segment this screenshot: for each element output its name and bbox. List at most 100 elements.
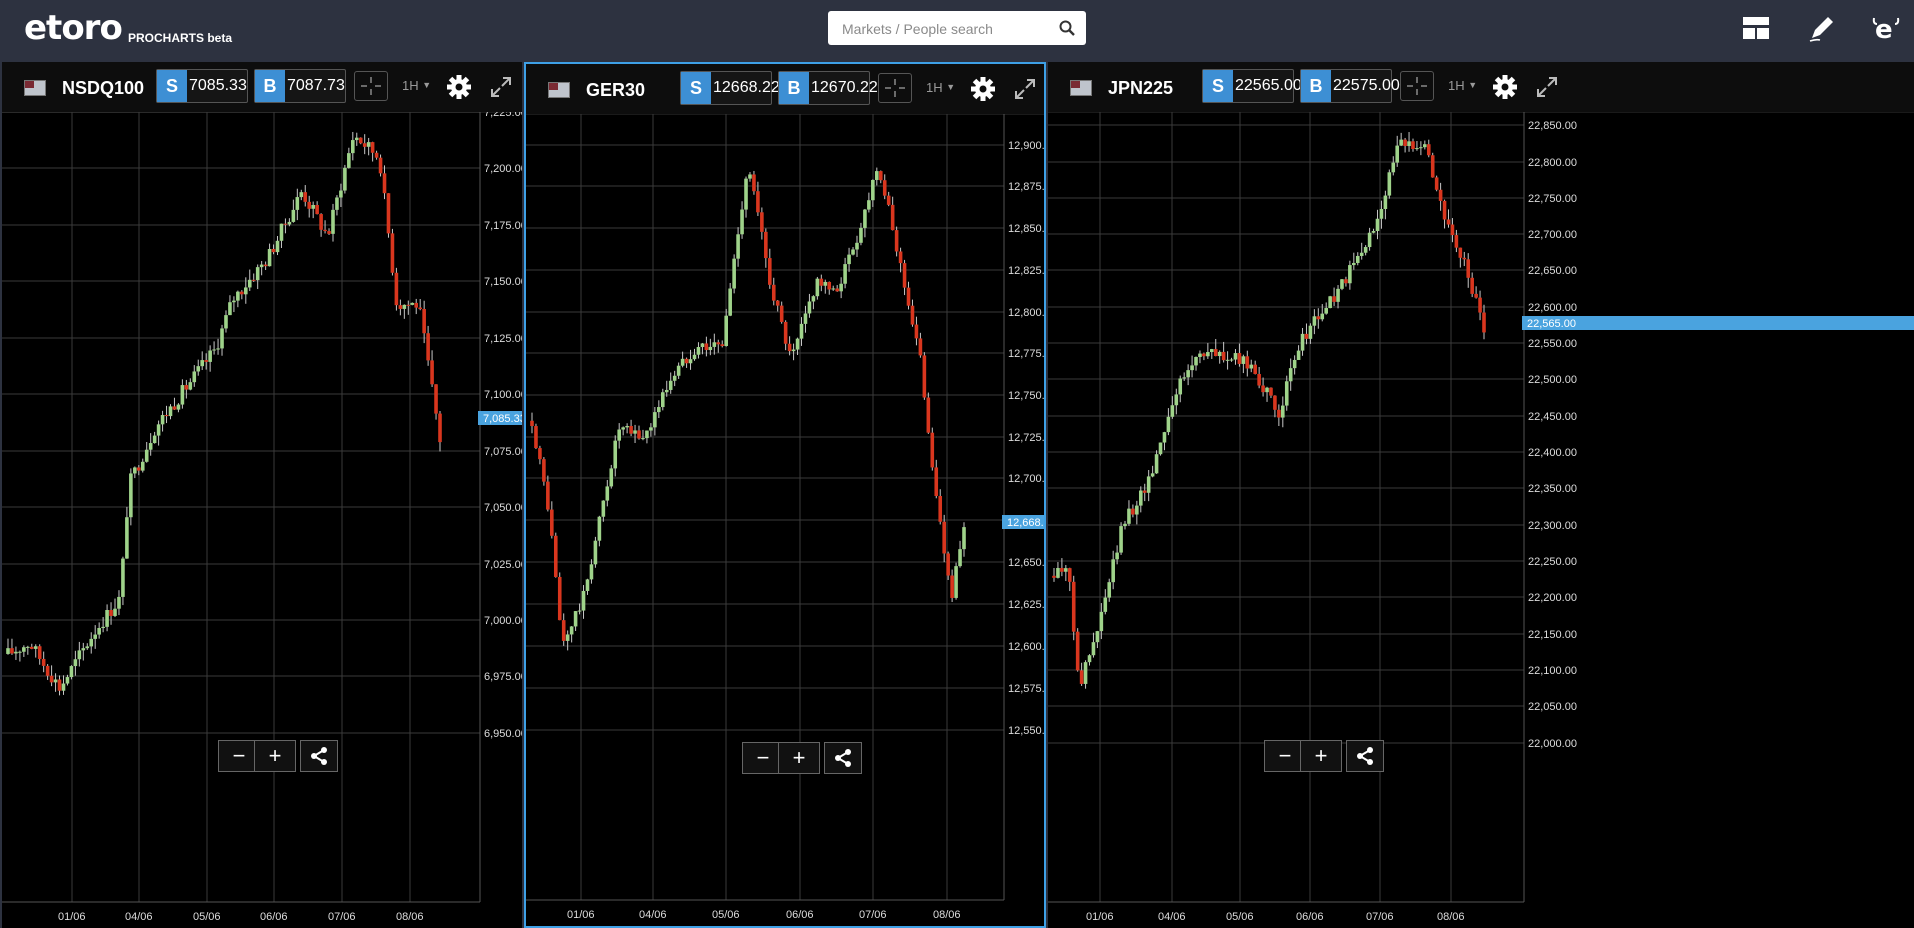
candle-body [1391,162,1396,173]
x-tick-label: 01/06 [58,911,86,923]
price-chart[interactable]: 7,225.00 7,200.00 7,175.00 7,150.00 7,125.00… [2,112,522,928]
candle-body [85,646,90,649]
candle-body [752,174,756,192]
candle-body [1273,395,1277,410]
zoom-in-button[interactable]: + [1300,740,1342,772]
candle-body [550,509,554,536]
candle-body [1135,505,1139,515]
candle-body [1103,597,1108,612]
timeframe-select[interactable]: 1H ▼ [926,80,955,95]
candle-body [354,137,359,141]
candle-body [613,440,618,469]
share-icon [1357,747,1373,765]
candle-body [827,281,832,290]
share-icon [835,749,851,767]
buy-button[interactable]: B 12670.22 [778,71,878,105]
crosshair-button[interactable] [878,73,912,103]
candle-body [1367,232,1372,248]
expand-icon[interactable] [1012,76,1038,102]
candle-body [629,426,633,434]
sell-button[interactable]: S 22565.00 [1202,69,1302,103]
candle-body [283,223,288,225]
candle-body [1178,378,1183,395]
candle-body [1312,316,1317,326]
candle-body [1430,155,1435,178]
candle-body [216,348,220,350]
candle-body [335,197,339,210]
chart-panel-jpn225[interactable]: JPN225 S 22565.00 B 22575.00 1H ▼ 22,850.0… [1048,62,1914,928]
candle-body [22,647,26,652]
candle-body [45,665,50,676]
gear-icon[interactable] [970,76,996,102]
candle-body [299,192,304,198]
buy-button[interactable]: B 7087.73 [254,69,346,103]
candle-body [1150,473,1155,477]
y-tick-label: 12,825.00 [1008,265,1044,277]
etoro-icon[interactable]: e [1870,12,1902,44]
y-tick-label: 7,150.00 [484,276,522,288]
zoom-in-button[interactable]: + [254,740,296,772]
price-chart[interactable]: 12,900.00 12,875.00 12,850.00 12,825.00 12,8… [526,114,1044,926]
instrument-symbol[interactable]: NSDQ100 [62,78,144,99]
candle-body [851,249,855,255]
candle-body [152,435,157,444]
candle-body [803,313,808,324]
candle-body [902,263,907,288]
search-icon[interactable] [1058,19,1076,37]
candle-body [950,575,954,598]
candle-body [867,200,871,210]
expand-icon[interactable] [488,74,514,100]
layout-icon[interactable] [1740,12,1772,44]
candle-body [684,358,689,364]
gear-icon[interactable] [446,74,472,100]
candle-body [1213,349,1218,357]
candle-body [835,288,839,292]
candle-body [1075,631,1080,671]
plus-icon: + [268,743,282,768]
candle-body [1470,277,1474,294]
price-chart[interactable]: 22,850.00 22,800.00 22,750.00 22,700.00 22,6… [1048,112,1914,928]
buy-button[interactable]: B 22575.00 [1300,69,1400,103]
candle-body [255,267,260,281]
sell-label: S [681,72,711,104]
candle-body [740,209,744,235]
candle-body [593,540,598,565]
share-button[interactable] [300,740,338,772]
crosshair-button[interactable] [354,71,388,101]
candle-body [831,288,836,290]
y-tick-label: 12,775.00 [1008,348,1044,360]
candle-body [97,628,101,635]
candle-body [65,677,70,684]
candle-body [156,424,161,436]
crosshair-button[interactable] [1400,71,1434,101]
candle-body [370,142,375,153]
chart-panel-nsdq100[interactable]: NSDQ100 S7085.33 B7087.73 1H ▼ 7,225.007… [2,62,522,928]
candle-body [263,264,268,267]
minus-icon: − [756,745,770,770]
expand-icon[interactable] [1534,74,1560,100]
candle-body [89,638,94,647]
gear-icon[interactable] [1492,74,1518,100]
y-tick-label: 7,075.00 [484,446,522,458]
instrument-symbol[interactable]: GER30 [586,80,645,101]
share-button[interactable] [824,742,862,774]
candle-body [878,171,883,181]
zoom-in-button[interactable]: + [778,742,820,774]
timeframe-select[interactable]: 1H ▼ [1448,78,1477,93]
share-button[interactable] [1346,740,1384,772]
search-input[interactable] [840,11,1054,47]
y-tick-label: 22,700.00 [1528,229,1577,241]
y-tick-label: 12,850.00 [1008,223,1044,235]
candle-body [657,407,661,413]
candle-body [188,382,193,390]
chart-panel-ger30[interactable]: GER30 S12668.22 B12670.22 1H ▼ 12,900.00… [524,62,1046,928]
sell-button[interactable]: S 7085.33 [156,69,248,103]
instrument-symbol[interactable]: JPN225 [1108,78,1173,99]
etoro-logo[interactable]: etoro [24,8,123,48]
edit-icon[interactable] [1806,12,1838,44]
timeframe-select[interactable]: 1H ▼ [402,78,431,93]
search-box [828,11,1086,47]
candle-body [1423,144,1427,148]
sell-button[interactable]: S 12668.22 [680,71,780,105]
candle-body [212,349,216,351]
